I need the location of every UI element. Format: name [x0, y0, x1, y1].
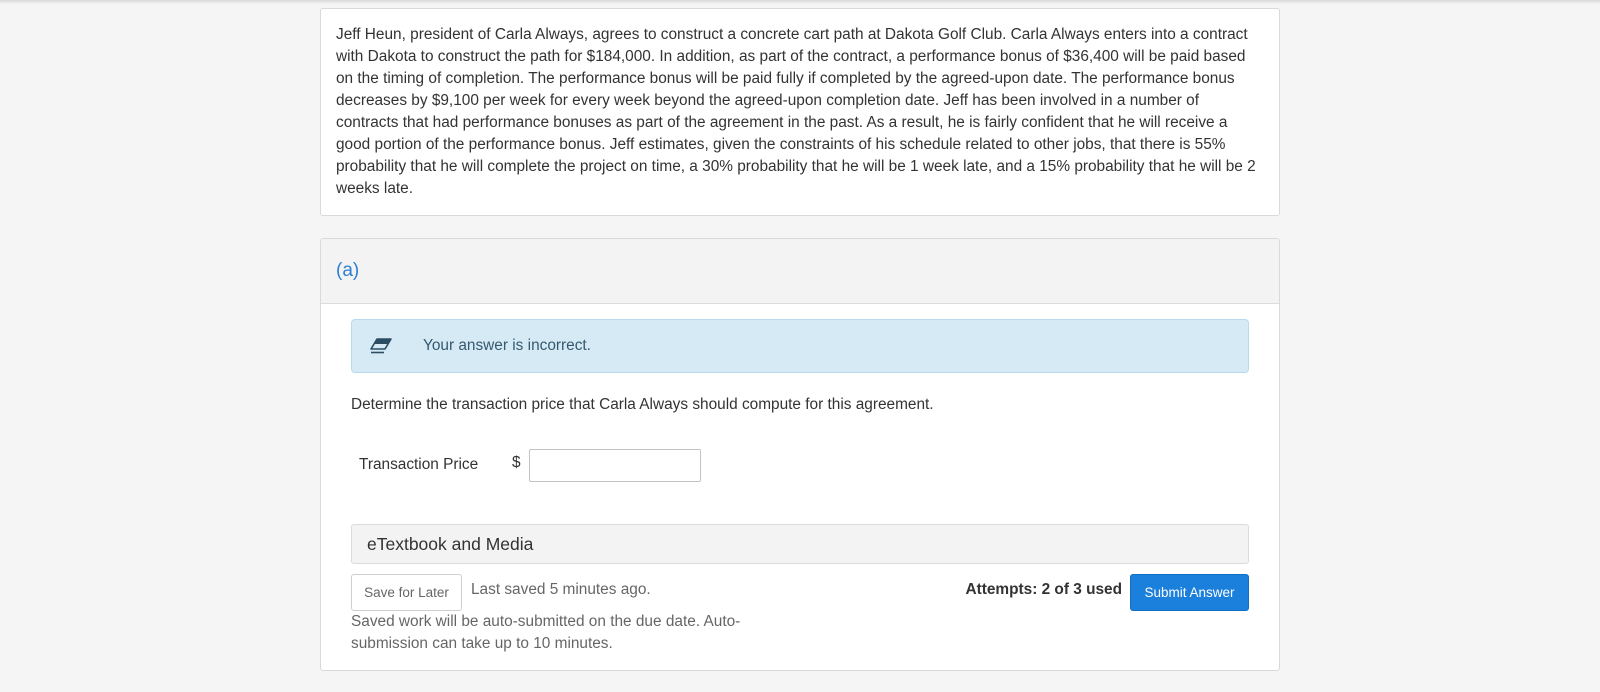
- eraser-icon: [370, 338, 392, 354]
- transaction-price-label: Transaction Price: [359, 456, 479, 473]
- last-saved-status: Last saved 5 minutes ago.: [471, 581, 651, 598]
- submit-answer-button[interactable]: Submit Answer: [1130, 574, 1249, 611]
- question-part-panel: (a) Your answer is incorrect. Determine …: [320, 238, 1280, 671]
- attempts-counter: Attempts: 2 of 3 used: [965, 581, 1123, 598]
- problem-text: Jeff Heun, president of Carla Always, ag…: [336, 26, 1256, 197]
- etextbook-media-toggle[interactable]: eTextbook and Media: [351, 524, 1249, 564]
- currency-symbol: $: [512, 454, 521, 471]
- alert-text: Your answer is incorrect.: [423, 337, 591, 354]
- auto-submit-note: Saved work will be auto-submitted on the…: [351, 613, 741, 652]
- part-label: (a): [336, 260, 360, 281]
- incorrect-answer-alert: Your answer is incorrect.: [351, 319, 1249, 373]
- top-shadow: [0, 0, 1600, 4]
- part-header: (a): [321, 239, 1279, 304]
- problem-statement-panel: Jeff Heun, president of Carla Always, ag…: [320, 8, 1280, 216]
- save-for-later-button[interactable]: Save for Later: [351, 574, 462, 611]
- transaction-price-input[interactable]: [529, 449, 701, 482]
- question-text: Determine the transaction price that Car…: [351, 396, 934, 413]
